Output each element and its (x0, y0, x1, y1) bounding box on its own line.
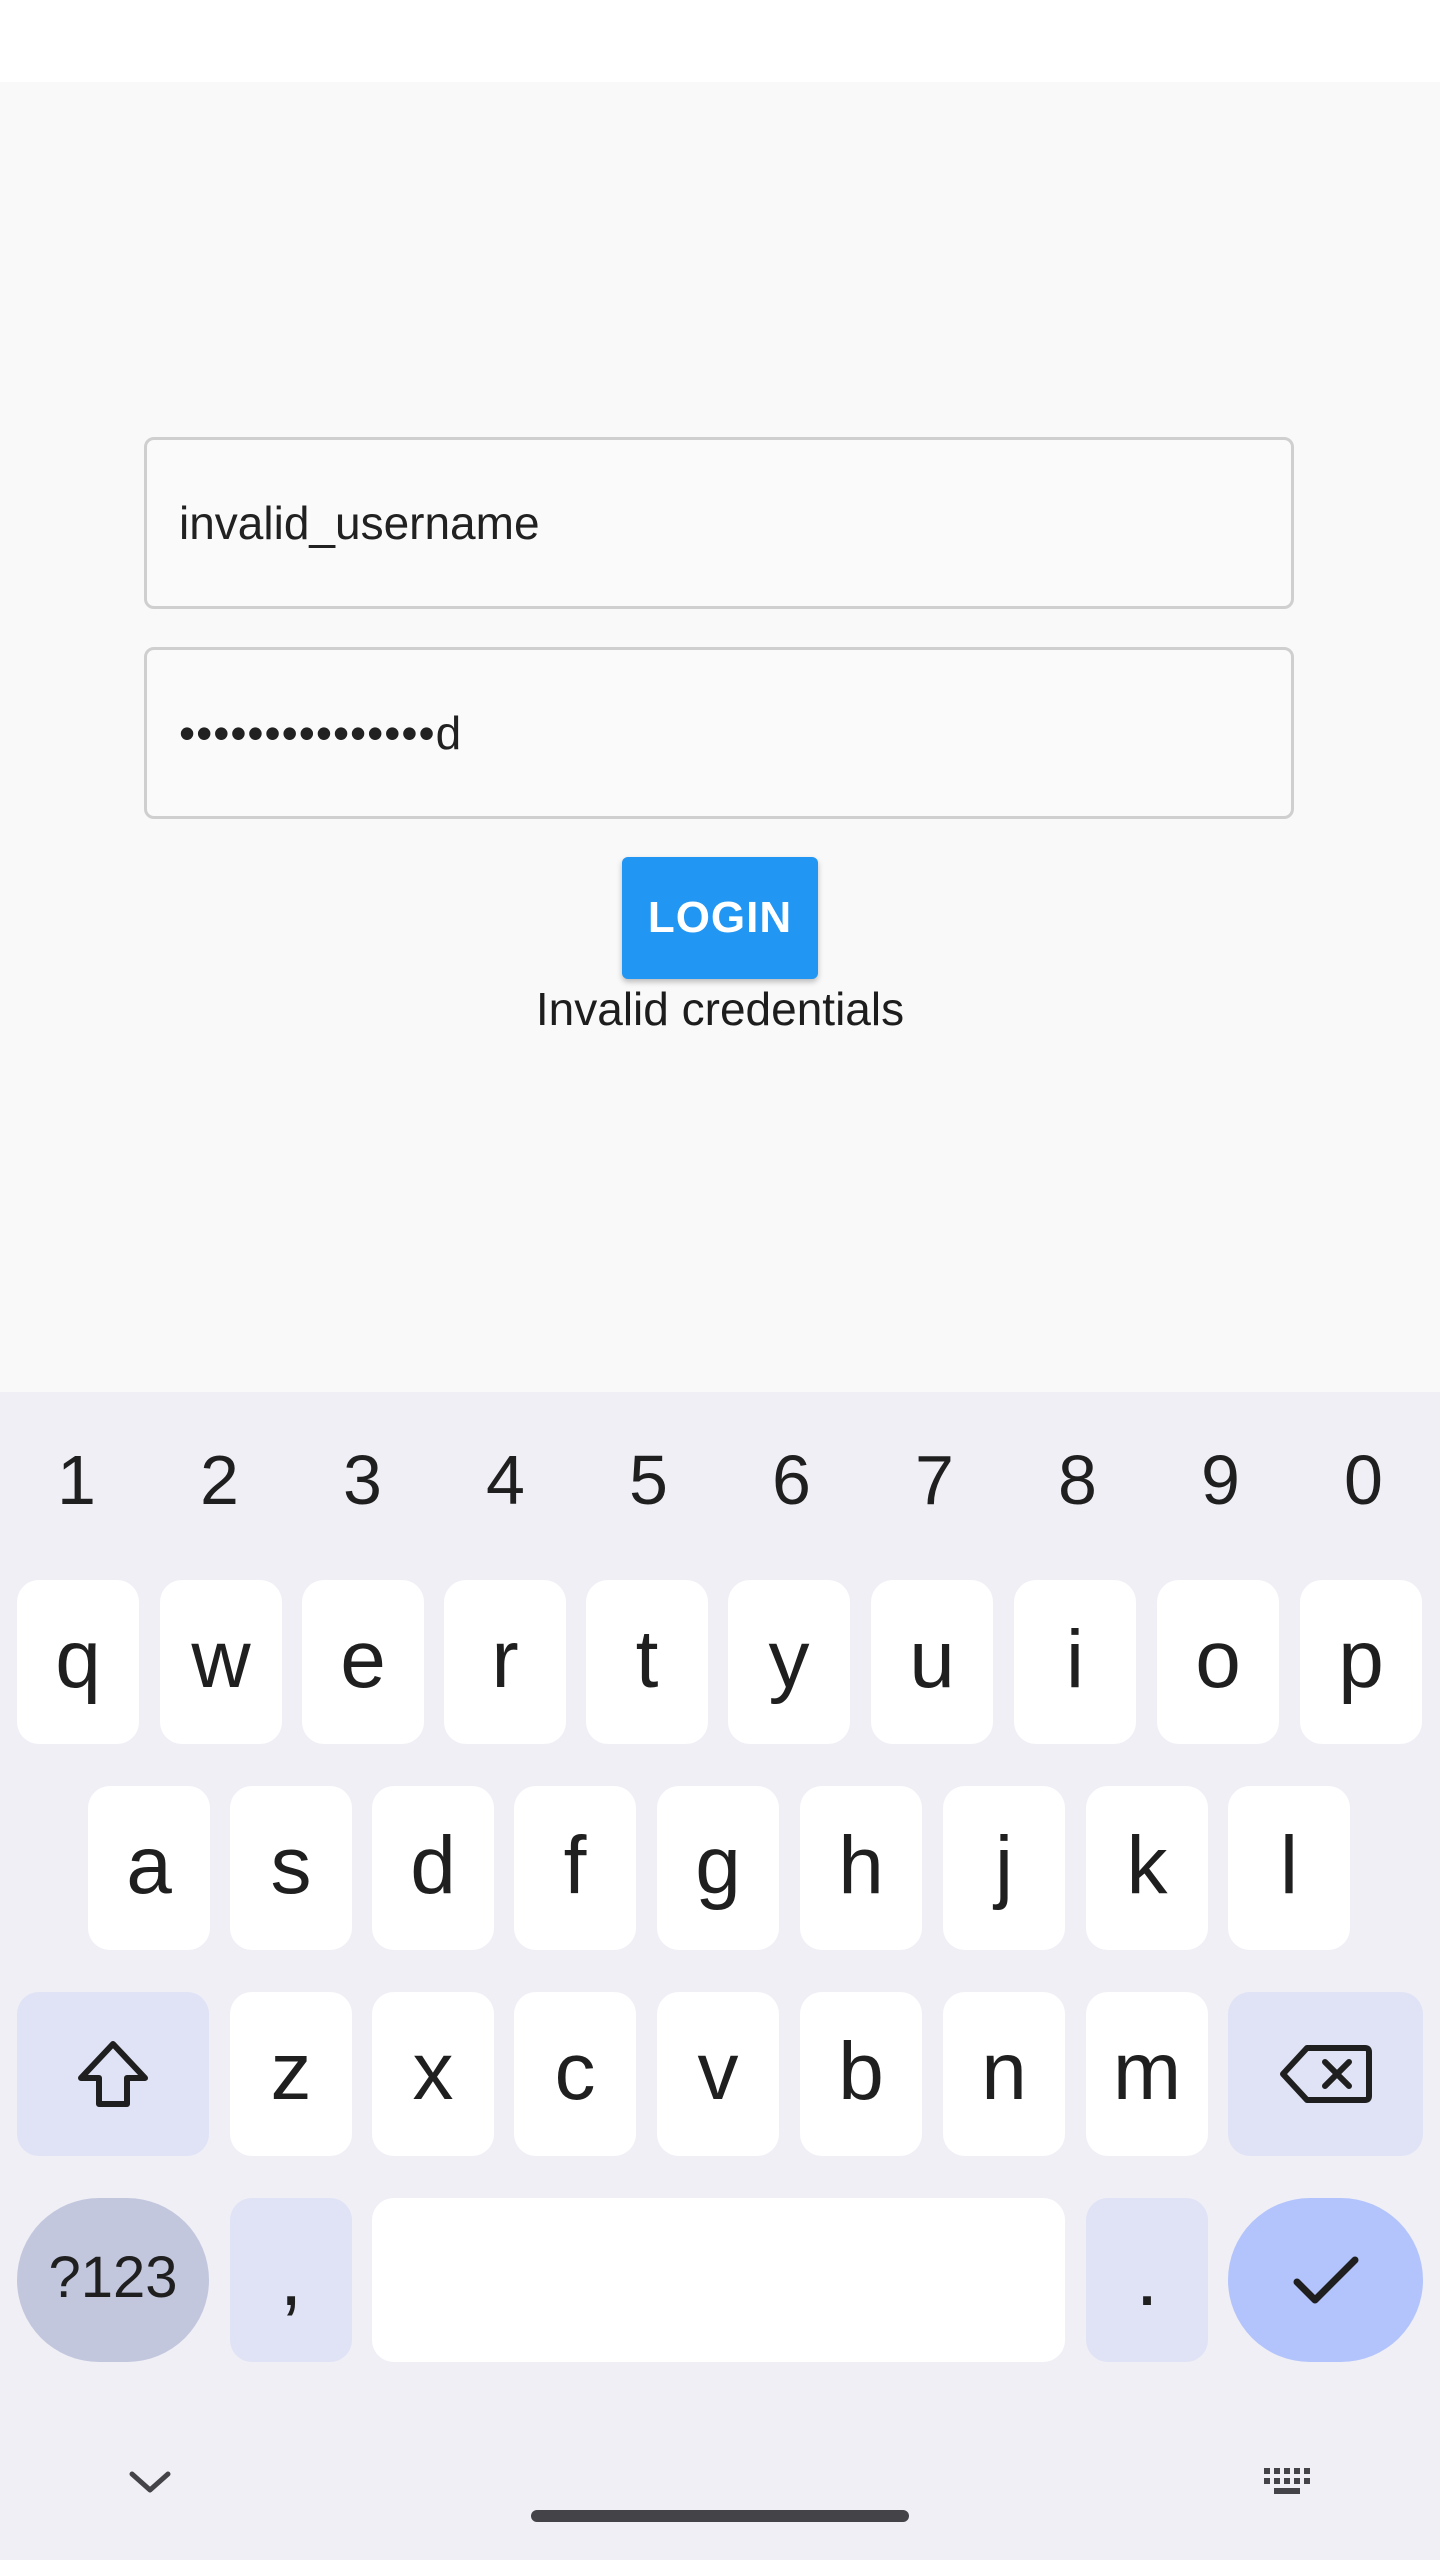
key-g[interactable]: g (657, 1786, 779, 1950)
key-f[interactable]: f (514, 1786, 636, 1950)
key-1[interactable]: 1 (5, 1430, 148, 1530)
key-k[interactable]: k (1086, 1786, 1208, 1950)
key-c[interactable]: c (514, 1992, 636, 2156)
key-m[interactable]: m (1086, 1992, 1208, 2156)
checkmark-icon (1293, 2256, 1358, 2304)
key-2[interactable]: 2 (148, 1430, 291, 1530)
key-x[interactable]: x (372, 1992, 494, 2156)
key-n[interactable]: n (943, 1992, 1065, 2156)
home-indicator[interactable] (531, 2510, 909, 2522)
password-input[interactable] (179, 650, 1259, 816)
key-s[interactable]: s (230, 1786, 352, 1950)
backspace-icon (1279, 2045, 1372, 2103)
backspace-key[interactable] (1228, 1992, 1423, 2156)
key-0[interactable]: 0 (1292, 1430, 1435, 1530)
space-key[interactable] (372, 2198, 1065, 2362)
key-a[interactable]: a (88, 1786, 210, 1950)
keyboard-nav-bar (0, 2432, 1440, 2560)
key-w[interactable]: w (160, 1580, 282, 1744)
key-y[interactable]: y (728, 1580, 850, 1744)
shift-icon (78, 2041, 148, 2107)
key-p[interactable]: p (1300, 1580, 1422, 1744)
symbols-key[interactable]: ?123 (17, 2198, 209, 2362)
key-z[interactable]: z (230, 1992, 352, 2156)
key-4[interactable]: 4 (434, 1430, 577, 1530)
comma-key[interactable]: , (230, 2198, 352, 2362)
period-key[interactable]: . (1086, 2198, 1208, 2362)
key-q[interactable]: q (17, 1580, 139, 1744)
enter-key[interactable] (1228, 2198, 1423, 2362)
key-l[interactable]: l (1228, 1786, 1350, 1950)
key-i[interactable]: i (1014, 1580, 1136, 1744)
error-message: Invalid credentials (535, 983, 905, 1035)
key-5[interactable]: 5 (577, 1430, 720, 1530)
login-button[interactable]: LOGIN (622, 857, 818, 979)
key-7[interactable]: 7 (863, 1430, 1006, 1530)
key-j[interactable]: j (943, 1786, 1065, 1950)
status-bar (0, 0, 1440, 82)
key-b[interactable]: b (800, 1992, 922, 2156)
key-h[interactable]: h (800, 1786, 922, 1950)
password-field[interactable] (144, 647, 1294, 819)
key-t[interactable]: t (586, 1580, 708, 1744)
key-8[interactable]: 8 (1006, 1430, 1149, 1530)
key-d[interactable]: d (372, 1786, 494, 1950)
key-r[interactable]: r (444, 1580, 566, 1744)
chevron-down-icon[interactable] (120, 2462, 180, 2502)
shift-key[interactable] (17, 1992, 209, 2156)
key-u[interactable]: u (871, 1580, 993, 1744)
key-e[interactable]: e (302, 1580, 424, 1744)
number-row: 1 2 3 4 5 6 7 8 9 0 (0, 1430, 1440, 1530)
key-3[interactable]: 3 (291, 1430, 434, 1530)
key-6[interactable]: 6 (720, 1430, 863, 1530)
key-9[interactable]: 9 (1149, 1430, 1292, 1530)
key-o[interactable]: o (1157, 1580, 1279, 1744)
username-field[interactable] (144, 437, 1294, 609)
keyboard-icon[interactable] (1262, 2464, 1318, 2504)
on-screen-keyboard: 1 2 3 4 5 6 7 8 9 0 q w e r t y u i o p … (0, 1392, 1440, 2560)
key-v[interactable]: v (657, 1992, 779, 2156)
username-input[interactable] (179, 440, 1259, 606)
